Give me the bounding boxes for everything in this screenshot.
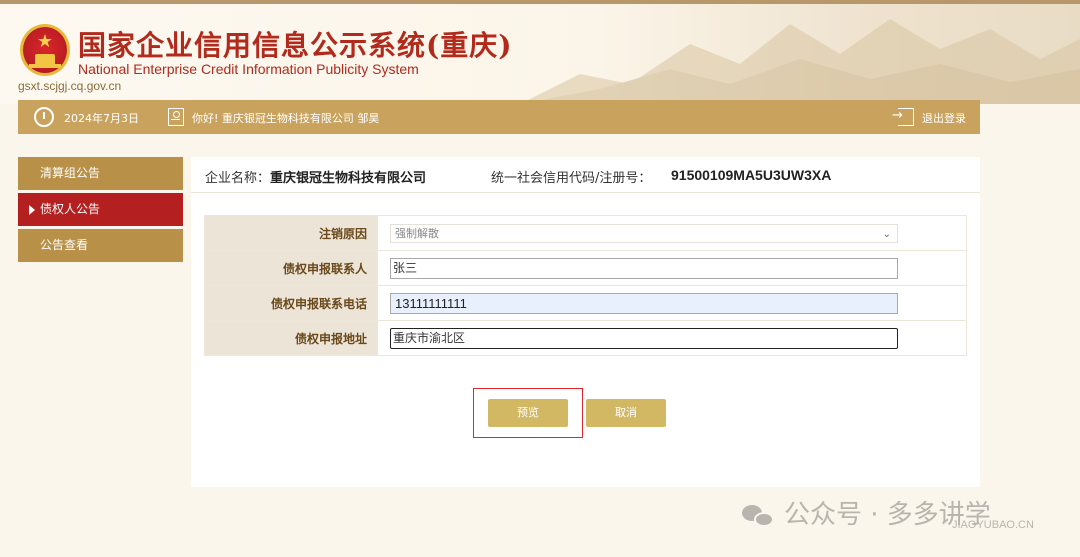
wechat-icon: [742, 503, 776, 529]
phone-label: 债权申报联系电话: [204, 285, 378, 321]
form-row-address: 债权申报地址 重庆市渝北区: [204, 320, 967, 356]
phone-input[interactable]: 13111111111: [390, 292, 898, 314]
main-panel: 企业名称：重庆银冠生物科技有限公司 统一社会信用代码/注册号： 91500109…: [191, 157, 980, 487]
current-date: 2024年7月3日: [64, 112, 139, 125]
reason-select-value: 强制解散: [395, 226, 439, 240]
mountain-decoration: [520, 19, 1080, 104]
form-row-contact: 债权申报联系人 张三: [204, 250, 967, 286]
user-card-icon: [168, 108, 184, 126]
watermark-sub: JIAOYUBAO.CN: [952, 519, 1034, 531]
user-greeting: 你好! 重庆银冠生物科技有限公司 邹昊: [192, 112, 380, 125]
system-title-en: National Enterprise Credit Information P…: [78, 61, 419, 77]
company-name-label: 企业名称：: [205, 171, 271, 186]
clock-icon: [34, 107, 54, 127]
credit-code-label: 统一社会信用代码/注册号：: [491, 171, 652, 186]
site-header: ★ 国家企业信用信息公示系统(重庆) National Enterprise C…: [0, 4, 1080, 104]
reason-select[interactable]: 强制解散 ⌄: [390, 223, 898, 243]
sidebar-item-view-notice[interactable]: 公告查看: [18, 229, 183, 262]
national-emblem-icon: ★: [20, 24, 70, 76]
logout-link[interactable]: 退出登录: [922, 110, 966, 126]
preview-button[interactable]: 预览: [488, 399, 568, 427]
sidebar-item-liquidation-notice[interactable]: 清算组公告: [18, 157, 183, 190]
company-name: 重庆银冠生物科技有限公司: [270, 171, 427, 186]
chevron-down-icon: ⌄: [882, 228, 891, 240]
creditor-form: 注销原因 强制解散 ⌄ 债权申报联系人 张三 债权申报联系电话 13111111…: [204, 215, 967, 356]
contact-input[interactable]: 张三: [390, 257, 898, 279]
address-input[interactable]: 重庆市渝北区: [390, 327, 898, 349]
reason-label: 注销原因: [204, 215, 378, 251]
logout-icon[interactable]: [892, 108, 914, 126]
company-name-field: 企业名称：重庆银冠生物科技有限公司: [205, 167, 426, 186]
contact-label: 债权申报联系人: [204, 250, 378, 286]
sidebar-item-creditor-notice[interactable]: 债权人公告: [18, 193, 183, 226]
credit-code: 91500109MA5U3UW3XA: [671, 167, 832, 183]
company-info-row: 企业名称：重庆银冠生物科技有限公司 统一社会信用代码/注册号： 91500109…: [191, 157, 980, 193]
address-label: 债权申报地址: [204, 320, 378, 356]
site-url: gsxt.scjgj.cq.gov.cn: [18, 79, 122, 93]
form-row-phone: 债权申报联系电话 13111111111: [204, 285, 967, 321]
form-row-reason: 注销原因 强制解散 ⌄: [204, 215, 967, 251]
system-title: 国家企业信用信息公示系统(重庆): [78, 29, 513, 62]
info-bar: 2024年7月3日 你好! 重庆银冠生物科技有限公司 邹昊 退出登录: [18, 100, 980, 134]
cancel-button[interactable]: 取消: [586, 399, 666, 427]
sidebar: 清算组公告 债权人公告 公告查看: [18, 157, 183, 265]
